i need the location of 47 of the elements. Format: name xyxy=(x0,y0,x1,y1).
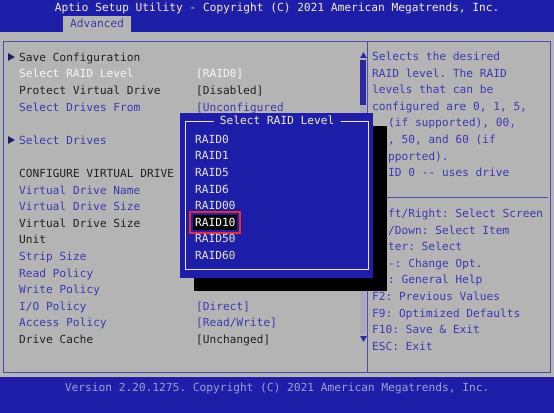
setting-label: Drive Cache xyxy=(19,332,94,346)
setting-value[interactable]: [Read/Write] xyxy=(196,316,277,330)
setting-value[interactable]: [Direct] xyxy=(196,300,250,313)
raid-option[interactable]: RAID50 xyxy=(193,231,238,246)
key-hint: ter: Select xyxy=(387,239,464,256)
setting-value: [Disabled] xyxy=(196,84,264,97)
raid-option[interactable]: RAID0 xyxy=(193,132,231,147)
setting-label[interactable]: Select Drives From xyxy=(19,100,196,114)
scroll-down-icon[interactable] xyxy=(360,336,366,342)
scroll-up-icon[interactable] xyxy=(360,52,366,58)
setting-label: Unit xyxy=(19,233,47,246)
submenu-arrow-icon xyxy=(8,53,15,62)
submenu-arrow-icon xyxy=(8,136,15,144)
setting-label: Protect Virtual Drive xyxy=(19,84,162,97)
raid-option[interactable]: RAID60 xyxy=(193,248,238,263)
footer-text: Version 2.20.1275. Copyright (C) 2021 American Megatrends, Inc. xyxy=(64,380,490,396)
help-text: Selects the desired xyxy=(372,49,501,65)
key-hint: ESC: Exit xyxy=(372,338,434,355)
setting-label[interactable]: I/O Policy xyxy=(19,300,196,313)
key-hint: F9: Optimized Defaults xyxy=(372,306,522,322)
help-text: configured are 0, 1, 5, xyxy=(372,98,528,115)
key-hint: -: Change Opt. xyxy=(387,256,484,272)
tab[interactable]: Advanced xyxy=(63,16,131,32)
setting-label: Virtual Drive Size xyxy=(19,216,142,230)
help-text: (if supported), 00, xyxy=(387,115,517,132)
key-hint: F10: Save & Exit xyxy=(372,322,481,338)
key-hint: : General Help xyxy=(387,272,484,288)
help-text: , 50, and 60 (if xyxy=(387,132,497,148)
raid-option[interactable]: RAID6 xyxy=(193,182,231,197)
setting-label[interactable]: Access Policy xyxy=(19,316,196,330)
setting-value[interactable]: [Unconfigured xyxy=(196,100,284,114)
raid-option[interactable]: RAID10 xyxy=(193,214,238,230)
key-hint: F2: Previous Values xyxy=(372,288,501,305)
help-text: pported). xyxy=(387,148,450,165)
setting-value: [Unchanged] xyxy=(196,332,270,346)
help-text: RAID level. The RAID xyxy=(372,66,508,82)
window-title: Aptio Setup Utility - Copyright (C) 2021 American Megatrends, Inc. xyxy=(54,0,500,16)
help-text: levels that can be xyxy=(372,82,494,98)
setting-label: Save Configuration xyxy=(19,50,142,64)
key-hint: ft/Right: Select Screen xyxy=(387,206,544,222)
key-hint: /Down: Select Item xyxy=(387,222,510,239)
raid-option[interactable]: RAID1 xyxy=(193,148,231,164)
setting-label[interactable]: Write Policy xyxy=(19,283,196,296)
help-text: ID 0 -- uses drive xyxy=(387,165,510,182)
raid-option[interactable]: RAID5 xyxy=(193,164,231,180)
setting-label: CONFIGURE VIRTUAL DRIVE xyxy=(19,166,175,180)
raid-option[interactable]: RAID00 xyxy=(193,198,238,214)
